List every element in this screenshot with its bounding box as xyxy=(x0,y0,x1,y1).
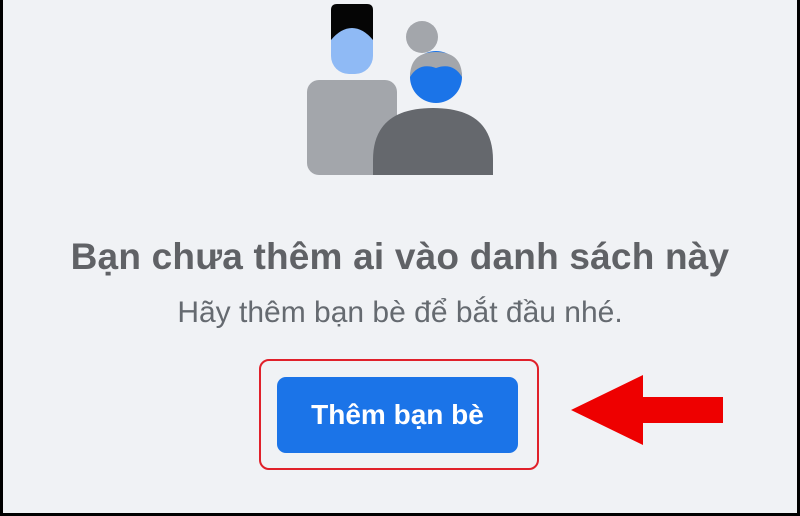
add-friends-button[interactable]: Thêm bạn bè xyxy=(277,377,518,453)
screenshot-frame: Bạn chưa thêm ai vào danh sách này Hãy t… xyxy=(3,0,797,513)
friends-illustration-icon xyxy=(307,4,493,175)
left-arrow-icon xyxy=(571,375,723,445)
empty-state-subtitle: Hãy thêm bạn bè để bắt đầu nhé. xyxy=(177,296,623,329)
person-hair-bun xyxy=(406,21,438,53)
empty-state-title: Bạn chưa thêm ai vào danh sách này xyxy=(70,236,730,277)
